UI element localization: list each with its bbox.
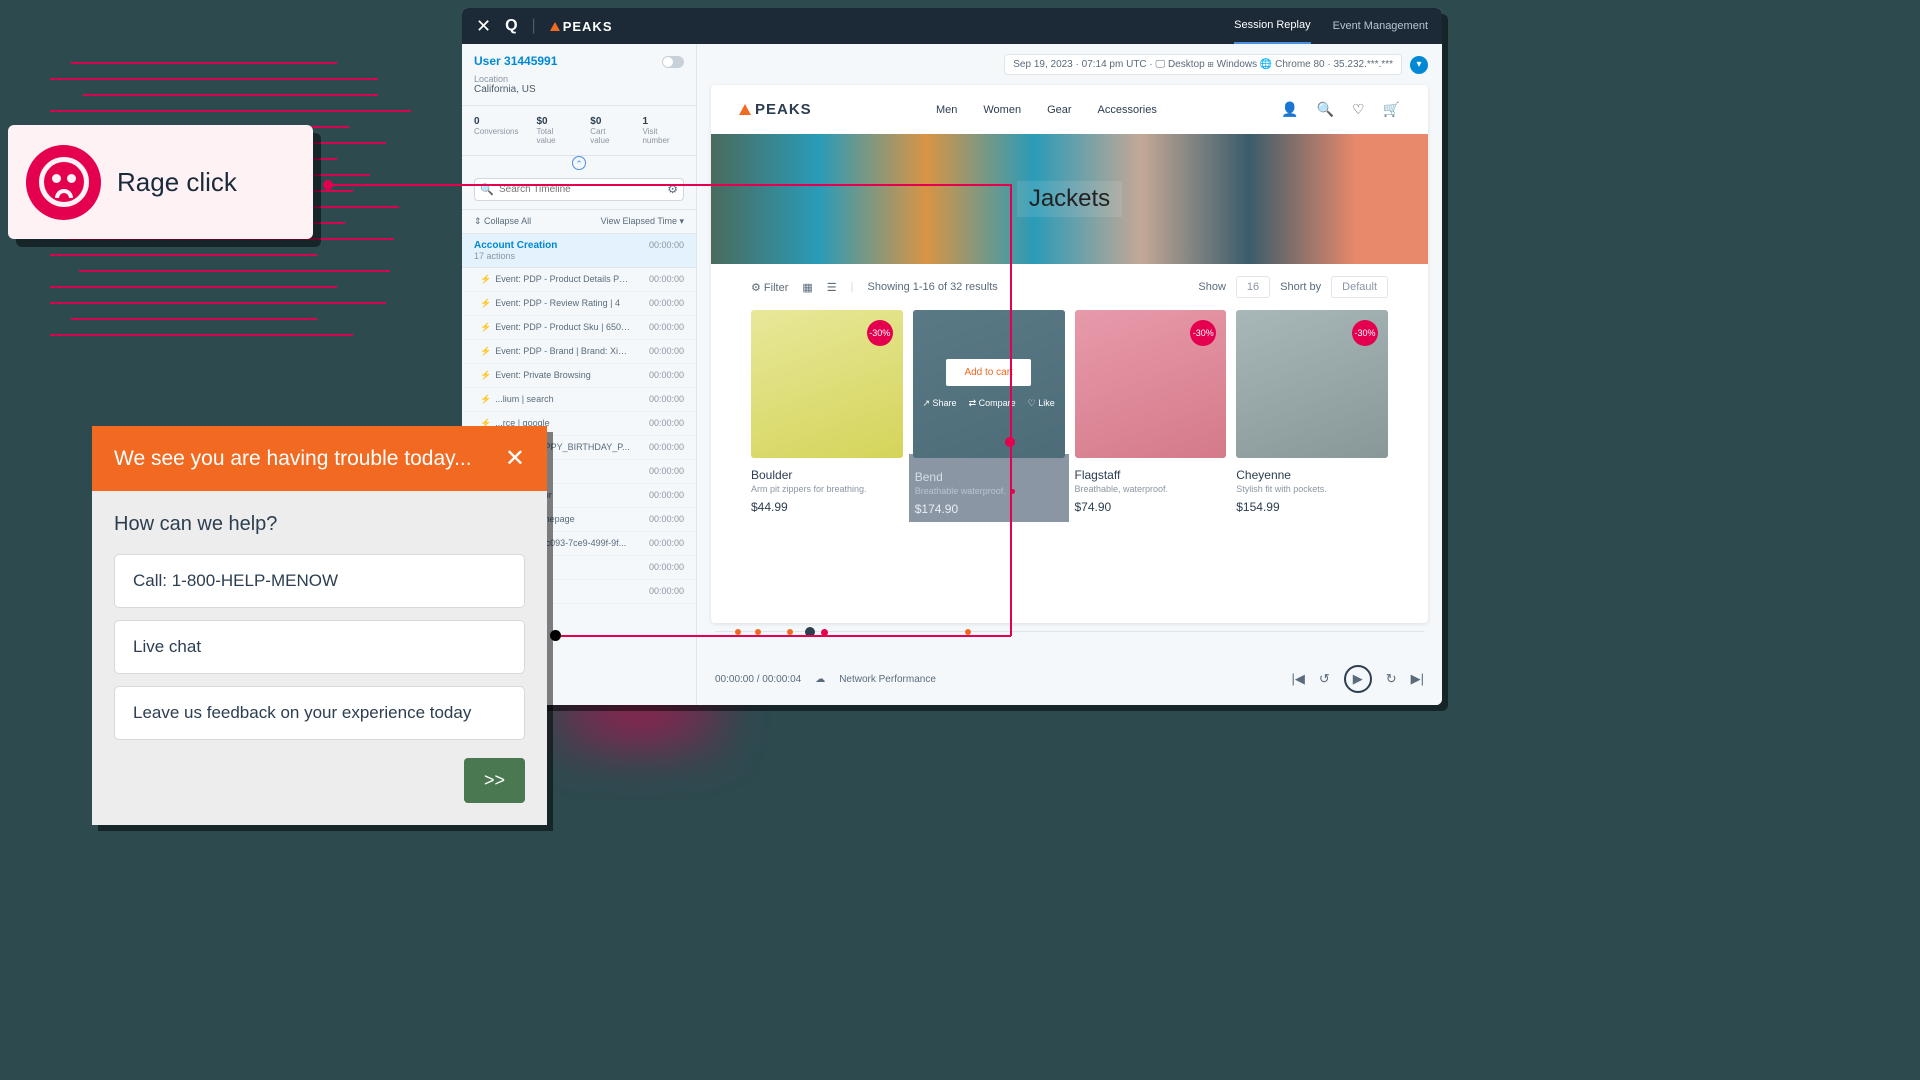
session-meta-bar: Sep 19, 2023 · 07:14 pm UTC · 🖵 Desktop …	[697, 44, 1442, 85]
nav-gear[interactable]: Gear	[1047, 104, 1071, 116]
playback-controls: 00:00:00 / 00:00:04 ☁ Network Performanc…	[697, 653, 1442, 705]
close-icon[interactable]: ✕	[476, 16, 491, 37]
timeline-event[interactable]: ⚡Event: PDP - Review Rating | 400:00:00	[462, 292, 696, 316]
tab-event-management[interactable]: Event Management	[1333, 8, 1428, 44]
help-option-chat[interactable]: Live chat	[114, 620, 525, 674]
rewind-icon[interactable]: ↺	[1319, 671, 1330, 687]
collapse-all[interactable]: ⇕ Collapse All	[474, 216, 531, 227]
grid-view-icon[interactable]: ▦	[802, 281, 812, 294]
product-card: -30% FlagstaffBreathable, waterproof.$74…	[1075, 310, 1227, 518]
replay-viewport: PEAKS Men Women Gear Accessories 👤 🔍 ♡ 🛒	[711, 85, 1428, 623]
filter-icon[interactable]: ⚙	[667, 182, 678, 196]
shop-header: PEAKS Men Women Gear Accessories 👤 🔍 ♡ 🛒	[711, 85, 1428, 134]
hero-banner: Jackets	[711, 134, 1428, 264]
scrubber-playhead[interactable]	[805, 627, 815, 637]
list-view-icon[interactable]: ☰	[827, 281, 837, 294]
help-header: We see you are having trouble today... ✕	[92, 426, 547, 491]
product-grid: -30% BoulderArm pit zippers for breathin…	[711, 310, 1428, 518]
share-button[interactable]: ↗ Share	[923, 398, 957, 409]
product-card: -30% CheyenneStylish fit with pockets.$1…	[1236, 310, 1388, 518]
timeline-event[interactable]: ⚡Event: PDP - Brand | Brand: Xiaomi00:00…	[462, 340, 696, 364]
playback-scrubber[interactable]	[715, 631, 1424, 653]
account-icon[interactable]: 👤	[1281, 101, 1298, 118]
top-nav: Session Replay Event Management	[1234, 8, 1428, 44]
filter-button[interactable]: ⚙ Filter	[751, 281, 788, 294]
timeline-search: 🔍 ⚙	[462, 170, 696, 210]
search-icon: 🔍	[480, 183, 494, 196]
shop-logo: PEAKS	[739, 101, 812, 118]
help-question: How can we help?	[114, 513, 525, 536]
session-replay-window: ✕ Q | PEAKS Session Replay Event Managem…	[462, 8, 1442, 705]
cloud-icon: ☁	[815, 674, 825, 685]
help-option-feedback[interactable]: Leave us feedback on your experience tod…	[114, 686, 525, 740]
timeline-event[interactable]: ⚡...lium | search00:00:00	[462, 388, 696, 412]
skip-forward-icon[interactable]: ▶|	[1411, 671, 1424, 687]
user-stats: 0Conversions $0Total value $0Cart value …	[462, 106, 696, 156]
show-select[interactable]: 16	[1236, 276, 1270, 298]
session-meta: Sep 19, 2023 · 07:14 pm UTC · 🖵 Desktop …	[1004, 54, 1402, 75]
heart-icon[interactable]: ♡	[1352, 101, 1365, 118]
help-option-call[interactable]: Call: 1-800-HELP-MENOW	[114, 554, 525, 608]
filter-bar: ⚙ Filter ▦ ☰ | Showing 1-16 of 32 result…	[711, 264, 1428, 310]
play-button[interactable]: ▶	[1344, 665, 1372, 693]
help-title: We see you are having trouble today...	[114, 447, 472, 471]
window-topbar: ✕ Q | PEAKS Session Replay Event Managem…	[462, 8, 1442, 44]
search-input[interactable]	[474, 178, 684, 201]
search-icon[interactable]: 🔍	[1317, 101, 1334, 118]
event-group-header[interactable]: Account Creation17 actions 00:00:00	[462, 234, 696, 268]
help-next-button[interactable]: >>	[464, 758, 525, 803]
product-card: Add to cart ↗ Share ⇄ Compare ♡ Like Ben…	[913, 310, 1065, 518]
user-toggle[interactable]	[662, 56, 684, 68]
rage-click-card: Rage click	[8, 125, 313, 239]
results-count: Showing 1-16 of 32 results	[868, 281, 998, 293]
timeline-event[interactable]: ⚡Event: Private Browsing00:00:00	[462, 364, 696, 388]
replay-main: Sep 19, 2023 · 07:14 pm UTC · 🖵 Desktop …	[697, 44, 1442, 705]
shop-nav: Men Women Gear Accessories	[936, 104, 1157, 116]
peaks-logo: PEAKS	[550, 19, 613, 34]
timeline-event[interactable]: ⚡Event: PDP - Product Details Page | Gol…	[462, 268, 696, 292]
nav-women[interactable]: Women	[983, 104, 1021, 116]
rage-face-icon	[26, 145, 101, 220]
timeline-event[interactable]: ⚡Event: PDP - Product Sku | 650301348400…	[462, 316, 696, 340]
add-to-cart-button[interactable]: Add to cart	[946, 359, 1030, 386]
forward-icon[interactable]: ↻	[1386, 671, 1397, 687]
user-header: User 31445991 Location California, US	[462, 44, 696, 106]
sort-select[interactable]: Default	[1331, 276, 1388, 298]
skip-back-icon[interactable]: |◀	[1291, 671, 1304, 687]
close-icon[interactable]: ✕	[505, 444, 525, 473]
view-elapsed[interactable]: View Elapsed Time ▾	[601, 216, 684, 227]
network-perf-label[interactable]: Network Performance	[839, 674, 936, 685]
product-card: -30% BoulderArm pit zippers for breathin…	[751, 310, 903, 518]
tab-session-replay[interactable]: Session Replay	[1234, 8, 1310, 44]
like-button[interactable]: ♡ Like	[1028, 398, 1055, 409]
app-q-icon: Q	[505, 17, 517, 35]
compare-button[interactable]: ⇄ Compare	[969, 398, 1016, 409]
dropdown-icon[interactable]: ▾	[1410, 56, 1428, 74]
help-popup: We see you are having trouble today... ✕…	[92, 426, 547, 825]
cart-icon[interactable]: 🛒	[1383, 101, 1400, 118]
playback-time: 00:00:00 / 00:00:04	[715, 674, 801, 685]
nav-accessories[interactable]: Accessories	[1098, 104, 1157, 116]
nav-men[interactable]: Men	[936, 104, 957, 116]
user-id[interactable]: User 31445991	[474, 54, 684, 68]
hero-title: Jackets	[1017, 181, 1122, 217]
rage-label: Rage click	[117, 167, 237, 198]
chevron-up-icon[interactable]: ⌃	[572, 156, 586, 170]
